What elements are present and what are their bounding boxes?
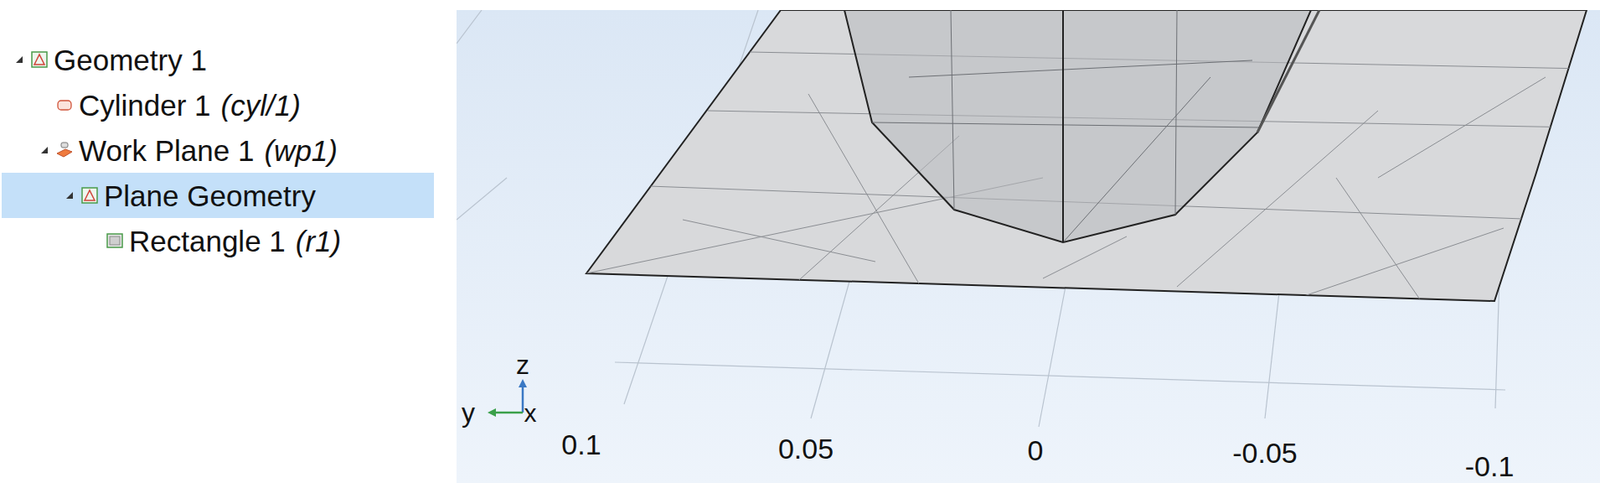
expand-arrow-icon[interactable]: [40, 145, 49, 155]
tree-item[interactable]: Plane Geometry: [1, 172, 434, 218]
expand-arrow-icon[interactable]: [65, 190, 74, 200]
triad-z-label: z: [516, 349, 530, 380]
tree-item[interactable]: Geometry 1: [1, 36, 434, 83]
axis-tick-label: 0.1: [561, 428, 601, 460]
tree-item-tag: (cyl/1): [221, 90, 301, 120]
model-tree: Geometry 1 Cylinder 1 (cyl/1) Work Plane 1 (…: [0, 0, 457, 483]
tree-item-tag: (r1): [295, 226, 341, 256]
graphics-viewport[interactable]: 0.1 0.05 0 -0.05 -0.1 z y x: [456, 10, 1600, 483]
expand-arrow-icon[interactable]: [15, 55, 24, 64]
app: Geometry 1 Cylinder 1 (cyl/1) Work Plane 1 (…: [0, 0, 1600, 483]
tree-item-label: Work Plane 1: [78, 135, 254, 166]
cylinder: [844, 10, 1320, 243]
tree-item-label: Cylinder 1: [78, 90, 212, 120]
plane: [586, 10, 1587, 301]
geometry-icon: [80, 185, 99, 205]
tree-item[interactable]: Work Plane 1 (wp1): [1, 127, 434, 173]
axis-triad: z y x: [461, 349, 537, 428]
axis-tick-label: -0.05: [1232, 436, 1298, 469]
geometry-icon: [30, 50, 49, 69]
triad-x-label: x: [524, 398, 537, 427]
tree-item-label: Plane Geometry: [103, 180, 316, 211]
work-plane-icon: [55, 140, 74, 160]
axis-tick-label: 0.05: [778, 432, 834, 465]
cylinder-icon: [55, 95, 74, 114]
graphics-panel: 0.1 0.05 0 -0.05 -0.1 z y x: [456, 0, 1600, 483]
rectangle-icon: [105, 231, 124, 250]
tree-item[interactable]: Cylinder 1 (cyl/1): [1, 82, 434, 128]
axis-tick-label: -0.1: [1465, 449, 1515, 482]
axis-tick-label: 0: [1027, 433, 1044, 466]
triad-y-label: y: [461, 397, 475, 428]
tree-item-label: Geometry 1: [53, 45, 207, 75]
tree-item[interactable]: Rectangle 1 (r1): [1, 217, 434, 264]
tree-item-label: Rectangle 1: [129, 226, 286, 256]
tree-item-tag: (wp1): [263, 135, 338, 166]
